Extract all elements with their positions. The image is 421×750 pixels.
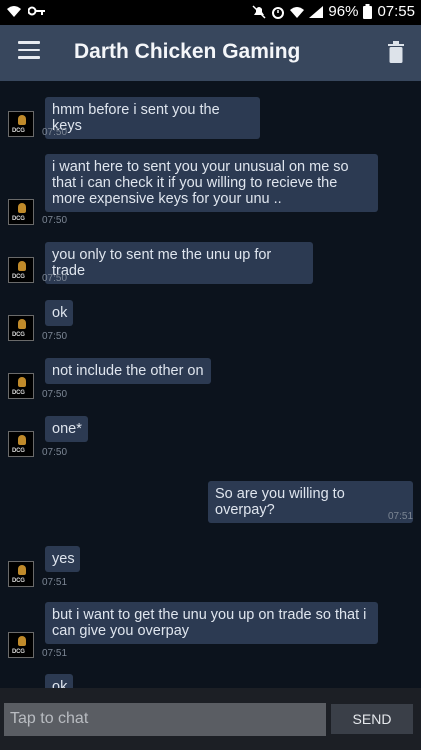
message-time: 07:51 (42, 577, 68, 588)
message-bubble: you only to sent me the unu up for trade (45, 242, 313, 284)
avatar[interactable]: DCG (8, 632, 34, 658)
message-bubble: ok (45, 674, 73, 688)
message-bubble: i want here to sent you your unusual on … (45, 154, 378, 212)
chat-input[interactable]: Tap to chat (4, 703, 326, 736)
composer-bar: Tap to chat SEND (0, 688, 421, 750)
status-bar: 96% 07:55 (0, 0, 421, 25)
message-time: 07:51 (388, 511, 414, 522)
avatar[interactable]: DCG (8, 561, 34, 587)
message-time: 07:50 (42, 215, 68, 226)
avatar[interactable]: DCG (8, 257, 34, 283)
message-bubble: hmm before i sent you the keys (45, 97, 260, 139)
message-bubble: ok (45, 300, 73, 326)
message-bubble: yes (45, 546, 80, 572)
alarm-icon (272, 6, 285, 19)
message-bubble-outgoing: So are you willing to overpay? (208, 481, 413, 523)
avatar[interactable]: DCG (8, 431, 34, 457)
chat-area[interactable]: DCG hmm before i sent you the keys 07:50… (0, 81, 421, 688)
app-bar: Darth Chicken Gaming (0, 25, 421, 81)
message-time: 07:50 (42, 447, 68, 458)
wifi-alert-icon (7, 6, 21, 17)
avatar[interactable]: DCG (8, 373, 34, 399)
key-icon (28, 6, 45, 16)
avatar[interactable]: DCG (8, 315, 34, 341)
menu-icon[interactable] (18, 41, 40, 65)
message-bubble: but i want to get the unu you up on trad… (45, 602, 378, 644)
message-time: 07:50 (42, 127, 68, 138)
message-time: 07:50 (42, 331, 68, 342)
battery-icon (363, 4, 373, 19)
mute-icon (252, 4, 266, 19)
avatar[interactable]: DCG (8, 199, 34, 225)
message-time: 07:50 (42, 273, 68, 284)
chat-title: Darth Chicken Gaming (74, 40, 301, 63)
trash-icon[interactable] (387, 41, 405, 63)
battery-percent: 96% (328, 3, 359, 20)
message-time: 07:51 (42, 648, 68, 659)
message-bubble: one* (45, 416, 88, 442)
signal-icon (309, 5, 324, 18)
message-time: 07:50 (42, 389, 68, 400)
avatar[interactable]: DCG (8, 111, 34, 137)
clock: 07:55 (377, 3, 415, 20)
send-button[interactable]: SEND (331, 704, 413, 734)
message-bubble: not include the other on (45, 358, 211, 384)
wifi-icon (290, 6, 305, 18)
